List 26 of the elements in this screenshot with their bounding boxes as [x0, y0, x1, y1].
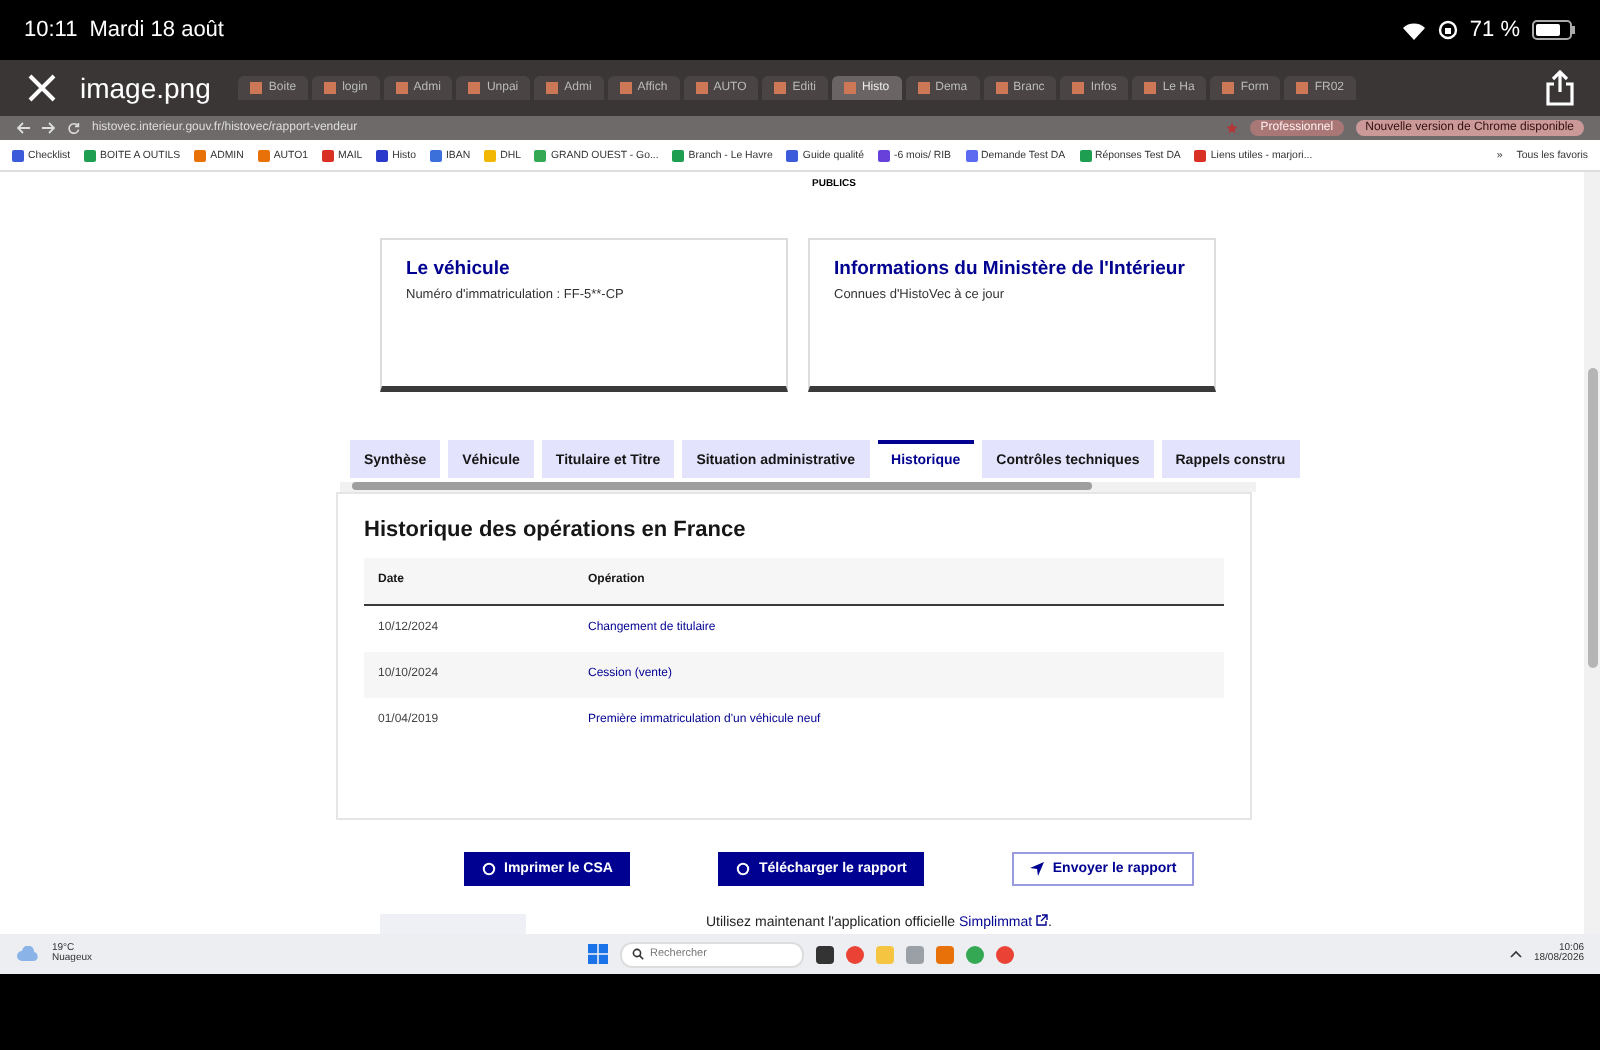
status-time: 10:11 — [24, 18, 78, 42]
close-icon[interactable] — [24, 70, 60, 106]
forward-icon[interactable] — [42, 122, 56, 134]
battery-icon — [1532, 20, 1576, 40]
back-icon[interactable] — [16, 122, 30, 134]
star-icon[interactable] — [1226, 122, 1239, 134]
wifi-icon — [1401, 21, 1426, 39]
reload-icon[interactable] — [68, 122, 80, 134]
orientation-lock-icon — [1437, 20, 1458, 40]
share-icon[interactable] — [1544, 70, 1576, 106]
battery-percent: 71 % — [1469, 18, 1520, 42]
scrollbar-thumb[interactable] — [1587, 368, 1597, 668]
card-title: Le véhicule — [406, 258, 512, 280]
search-icon — [632, 948, 644, 960]
windows-start-icon[interactable] — [588, 944, 608, 964]
cloud-icon — [16, 946, 40, 962]
image-title: image.png — [80, 72, 211, 104]
circle-icon — [482, 862, 496, 876]
section-title: Historique des opérations en France — [364, 517, 748, 542]
card-title: Informations du Ministère de l'Intérieur — [834, 258, 1187, 280]
circle-icon — [736, 862, 751, 876]
caret-icon[interactable] — [1509, 950, 1522, 958]
status-date: Mardi 18 août — [89, 18, 224, 42]
external-link-icon — [1036, 914, 1049, 926]
scrollbar-thumb[interactable] — [352, 482, 1092, 491]
send-icon — [1030, 862, 1045, 876]
